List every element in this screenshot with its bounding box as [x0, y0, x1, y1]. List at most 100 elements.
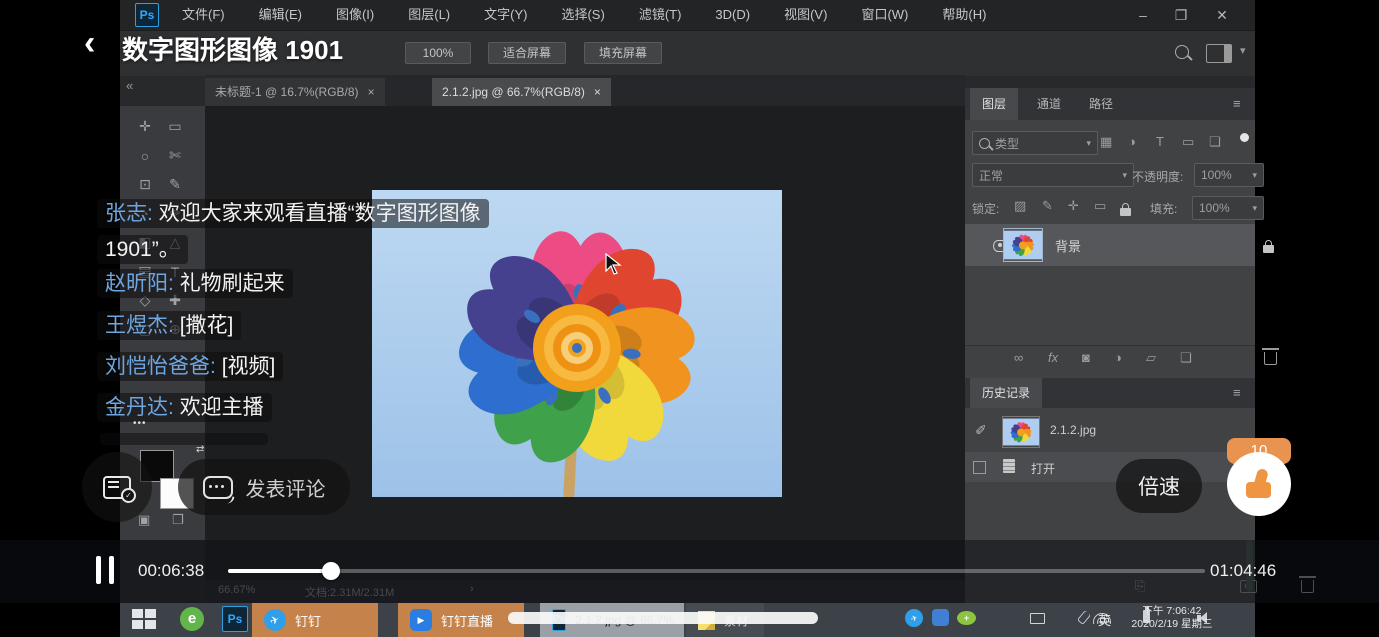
menu-type[interactable]: 文字(Y)	[467, 0, 544, 30]
chevron-down-icon[interactable]: ▾	[1240, 44, 1246, 57]
fit-screen-button[interactable]: 适合屏幕	[488, 42, 566, 64]
clock-time: 下午 7:06:42	[1124, 605, 1220, 618]
lock-transparency-icon[interactable]: ▨	[1014, 198, 1026, 214]
lock-pixels-icon[interactable]: ✎	[1042, 198, 1053, 214]
menu-help[interactable]: 帮助(H)	[925, 0, 1003, 30]
playback-speed-button[interactable]: 倍速	[1116, 459, 1202, 513]
blend-mode-dropdown[interactable]: 正常 ▾	[972, 163, 1134, 187]
chat-username: 刘恺怡爸爸:	[105, 355, 216, 378]
link-layers-icon[interactable]: ∞	[1014, 350, 1023, 365]
seek-bar-track[interactable]	[228, 569, 1205, 573]
collapse-panel-icon[interactable]: «	[126, 78, 133, 93]
layer-effects-icon[interactable]: fx	[1048, 350, 1058, 365]
filter-adjustment-icon[interactable]: ◑	[1128, 134, 1136, 149]
opacity-value[interactable]: 100% ▾	[1194, 163, 1264, 187]
photoshop-taskbar-icon[interactable]: Ps	[222, 606, 248, 632]
lock-position-icon[interactable]: ✛	[1068, 198, 1079, 214]
move-tool-icon[interactable]: ✛	[139, 118, 151, 135]
delete-layer-icon[interactable]	[1264, 352, 1277, 365]
menu-edit[interactable]: 编辑(E)	[242, 0, 319, 30]
panel-menu-icon[interactable]: ≡	[1233, 97, 1242, 111]
lasso-tool-icon[interactable]: ○	[141, 148, 149, 164]
chat-username: 金丹达:	[105, 396, 174, 419]
menu-image[interactable]: 图像(I)	[319, 0, 391, 30]
device-icon[interactable]	[1030, 613, 1045, 624]
menu-select[interactable]: 选择(S)	[544, 0, 621, 30]
dingtalk-tray-icon[interactable]: ✈	[905, 609, 923, 627]
quick-mask-icon[interactable]: ▣	[138, 512, 150, 528]
menu-view[interactable]: 视图(V)	[767, 0, 844, 30]
post-comment-button[interactable]: 发表评论	[178, 459, 350, 515]
menu-layer[interactable]: 图层(L)	[391, 0, 467, 30]
eyedropper-tool-icon[interactable]: ✎	[169, 176, 181, 193]
fill-screen-button[interactable]: 填充屏幕	[584, 42, 662, 64]
workspace-icon[interactable]	[1206, 44, 1232, 63]
history-entry-row[interactable]: ✐ 2.1.2.jpg	[965, 412, 1255, 450]
minimize-button[interactable]: –	[1126, 2, 1160, 28]
quick-select-tool-icon[interactable]: ✄	[169, 147, 181, 164]
video-seek-overlay[interactable]	[508, 612, 818, 624]
search-icon[interactable]	[1175, 45, 1189, 59]
menu-file[interactable]: 文件(F)	[165, 0, 242, 30]
input-language-indicator[interactable]: 英	[1098, 610, 1111, 629]
chevron-down-icon: ▾	[1252, 203, 1257, 214]
taskbar-clock[interactable]: 下午 7:06:42 2020/2/19 星期三	[1124, 605, 1220, 631]
tasks-button[interactable]	[82, 452, 152, 522]
filter-type-icon[interactable]: T	[1156, 134, 1164, 149]
back-icon[interactable]: ‹	[84, 24, 95, 63]
tab-channels[interactable]: 通道	[1025, 88, 1073, 120]
filter-toggle-icon[interactable]	[1240, 133, 1249, 142]
tab-layers[interactable]: 图层	[970, 88, 1018, 120]
thumbs-up-icon	[1243, 469, 1275, 499]
screen-mode-icon[interactable]: ❐	[172, 512, 184, 528]
app-tray-icon[interactable]	[932, 609, 949, 626]
like-button[interactable]	[1227, 452, 1291, 516]
chat-username: 王煜杰:	[105, 314, 174, 337]
layer-thumbnail[interactable]	[1003, 228, 1043, 262]
start-button[interactable]	[132, 609, 156, 629]
seek-bar-thumb[interactable]	[322, 562, 340, 580]
menu-window[interactable]: 窗口(W)	[844, 0, 925, 30]
browser-taskbar-icon[interactable]: e	[180, 607, 204, 631]
chat-text: 欢迎大家来观看直播“数字图形图像 1901”。	[105, 202, 481, 261]
taskbar-item-dingtalk-live[interactable]: ▶ 钉钉直播	[398, 603, 524, 637]
chevron-down-icon: ▾	[1086, 138, 1091, 149]
marquee-tool-icon[interactable]: ▭	[168, 118, 181, 135]
close-button[interactable]: ✕	[1205, 2, 1239, 28]
tab-close-icon[interactable]: ×	[594, 78, 601, 106]
swap-colors-icon[interactable]: ⇄	[196, 444, 204, 455]
layer-filter-dropdown[interactable]: 类型 ▾	[972, 131, 1098, 155]
layer-name[interactable]: 背景	[1055, 236, 1081, 255]
history-menu-icon[interactable]: ≡	[1233, 386, 1242, 400]
adjustment-layer-icon[interactable]: ◑	[1114, 350, 1122, 365]
taskbar-item-dingtalk[interactable]: ✈ 钉钉	[252, 603, 378, 637]
lock-all-icon[interactable]	[1120, 208, 1131, 216]
chat-text: [视频]	[222, 355, 276, 378]
history-open-row[interactable]: 打开	[965, 452, 1255, 482]
more-messages-icon: •••	[133, 418, 147, 429]
tab-paths[interactable]: 路径	[1077, 88, 1125, 120]
lock-artboard-icon[interactable]: ▭	[1094, 198, 1106, 214]
tab-history[interactable]: 历史记录	[970, 378, 1042, 408]
crop-tool-icon[interactable]: ⊡	[139, 176, 151, 193]
chat-text: [撒花]	[180, 314, 234, 337]
menu-filter[interactable]: 滤镜(T)	[622, 0, 699, 30]
pause-button[interactable]	[96, 556, 114, 584]
zoom-100-button[interactable]: 100%	[405, 42, 471, 64]
fill-value[interactable]: 100% ▾	[1192, 196, 1264, 220]
filter-shape-icon[interactable]: ▭	[1182, 134, 1194, 150]
tab-untitled-1[interactable]: 未标题-1 @ 16.7%(RGB/8) ×	[205, 78, 385, 106]
antivirus-tray-icon[interactable]: +	[957, 611, 976, 625]
history-brush-source-icon[interactable]: ✐	[975, 422, 987, 439]
tab-close-icon[interactable]: ×	[368, 78, 375, 106]
history-source-checkbox[interactable]	[973, 461, 986, 474]
menu-3d[interactable]: 3D(D)	[698, 0, 767, 30]
filter-pixel-icon[interactable]: ▦	[1100, 134, 1112, 150]
layer-mask-icon[interactable]: ◙	[1082, 350, 1090, 365]
new-layer-icon[interactable]: ❏	[1180, 350, 1192, 366]
restore-button[interactable]: ❐	[1164, 2, 1198, 28]
chevron-down-icon: ▾	[1122, 170, 1127, 181]
layer-group-icon[interactable]: ▱	[1146, 350, 1156, 366]
tab-212-jpg[interactable]: 2.1.2.jpg @ 66.7%(RGB/8) ×	[432, 78, 611, 106]
filter-smart-object-icon[interactable]: ❏	[1209, 134, 1221, 150]
